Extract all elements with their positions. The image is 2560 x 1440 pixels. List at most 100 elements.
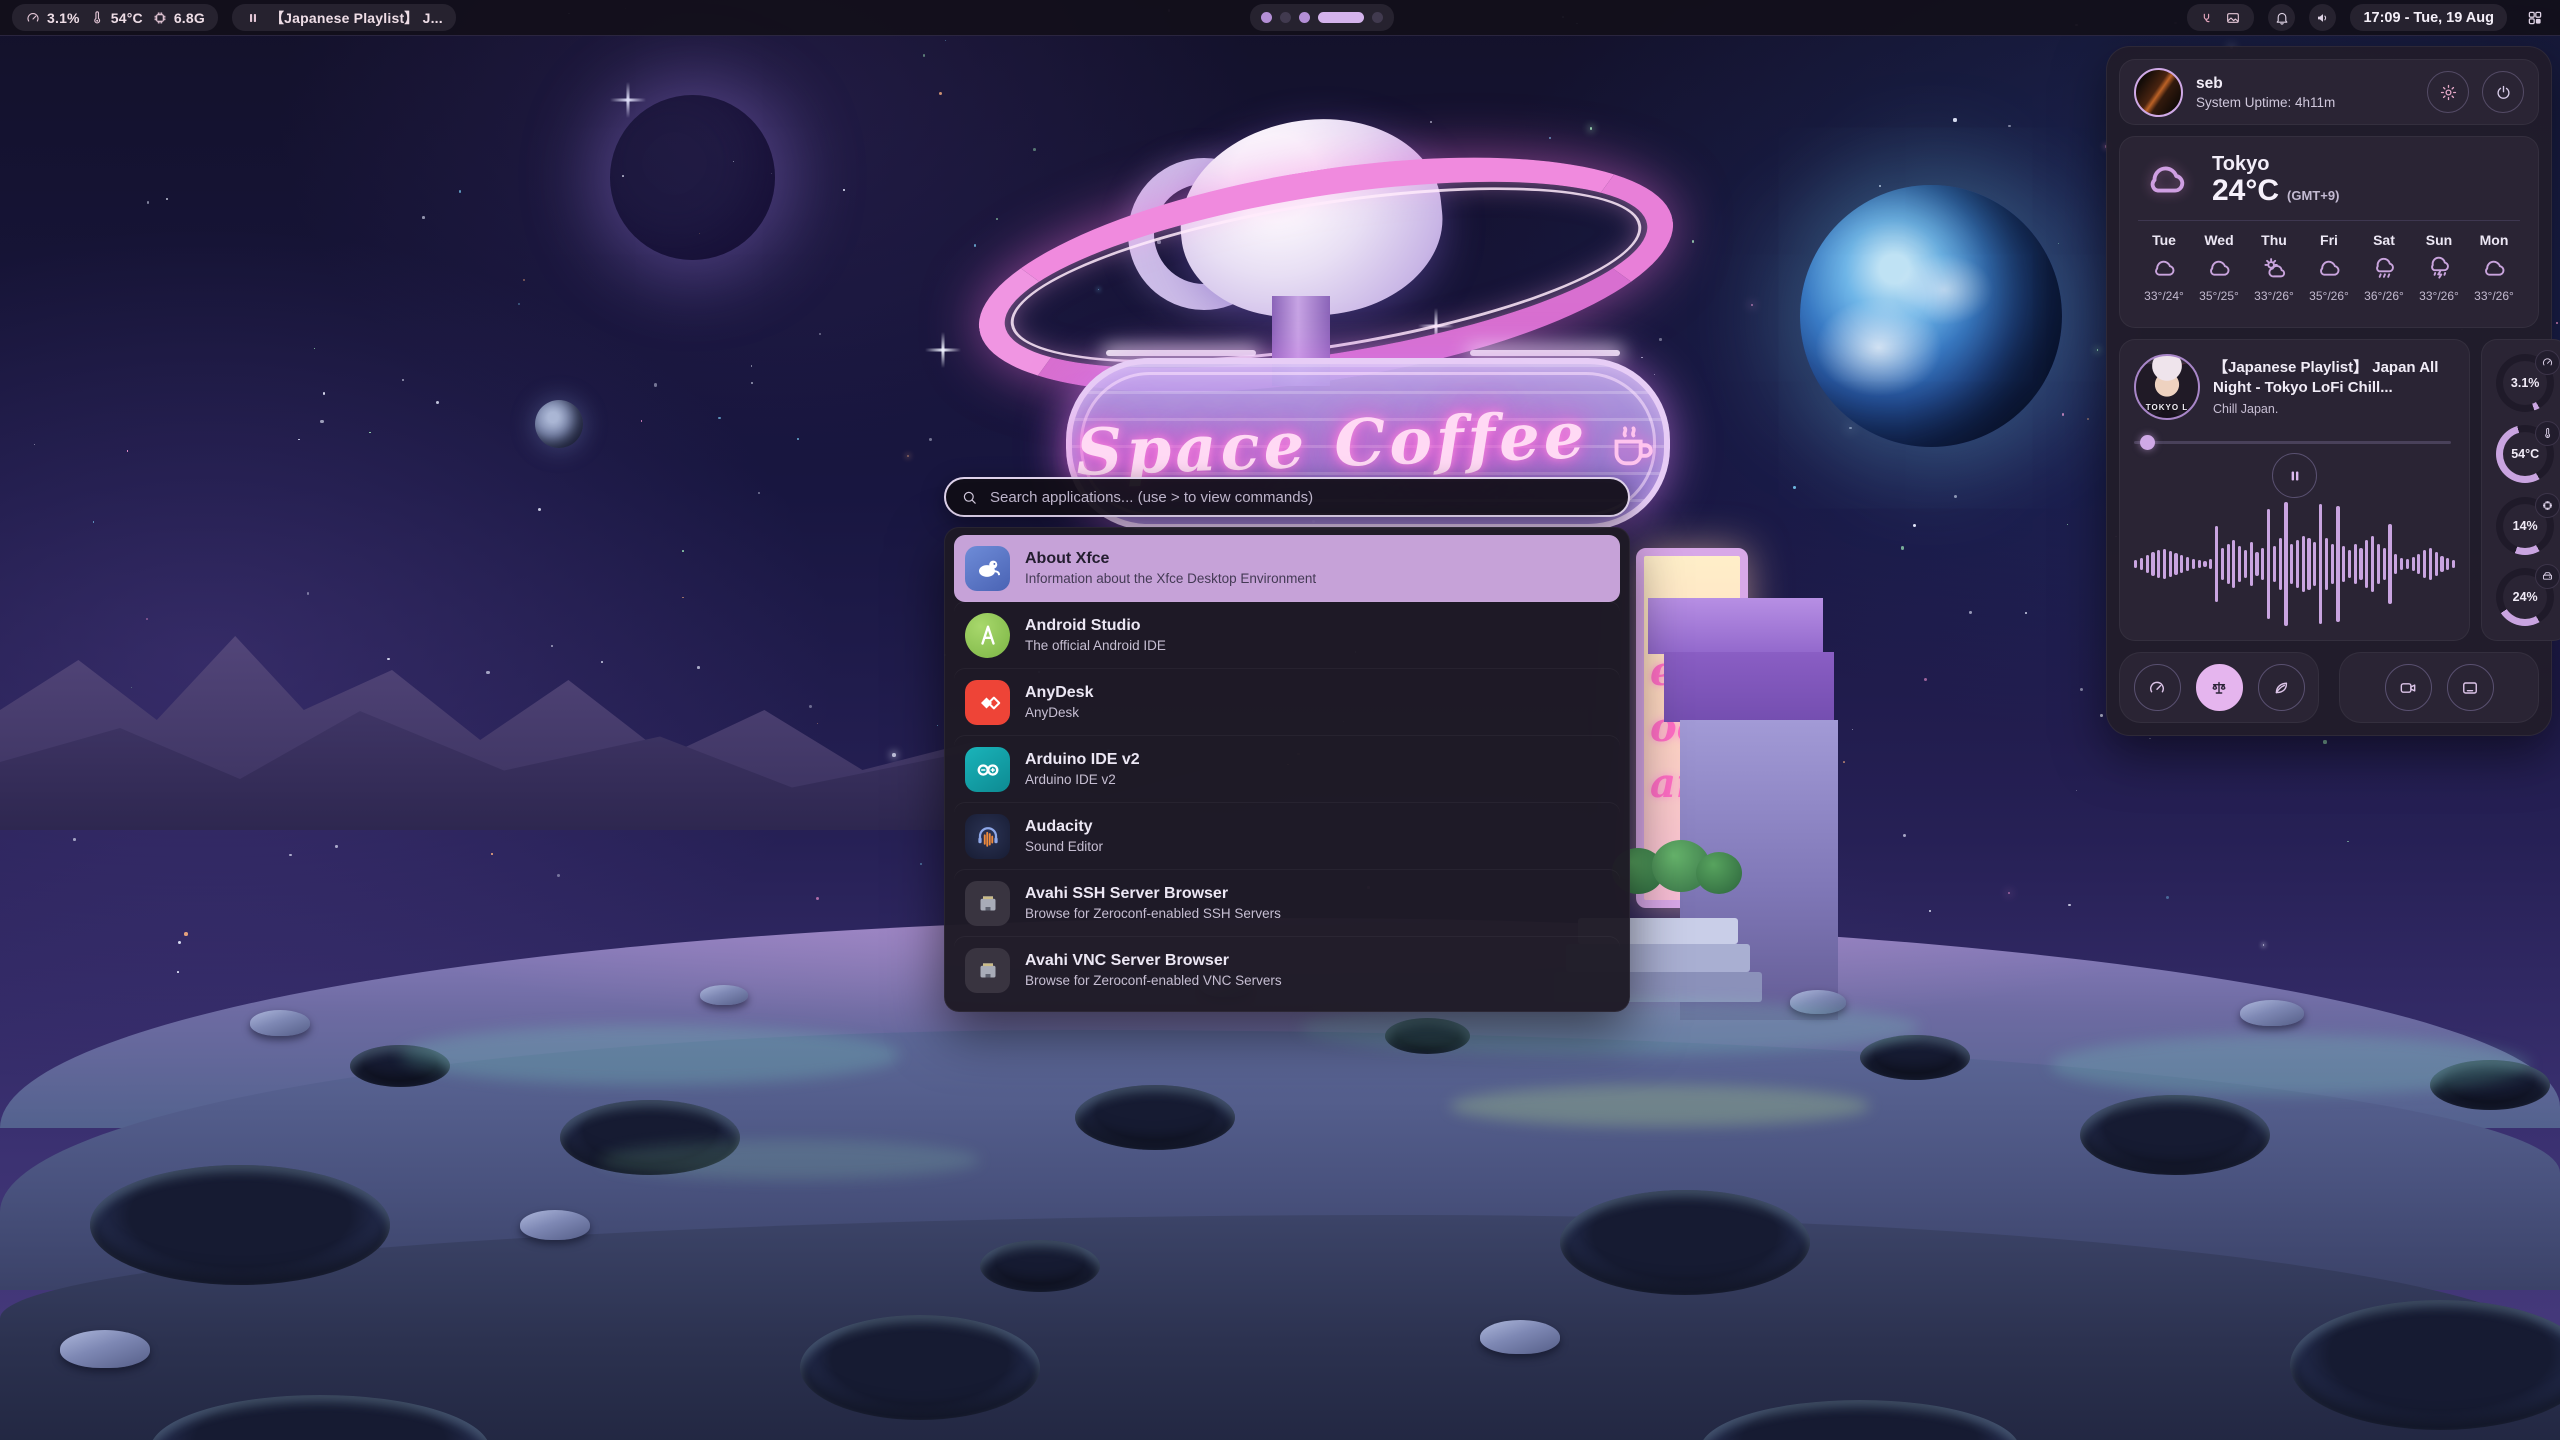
temp-value: 54°C [111,10,143,26]
screenshot-button[interactable] [2447,664,2494,711]
audacity-icon [965,814,1010,859]
bush [1696,852,1742,894]
purple-planet [610,95,775,260]
app-description: Arduino IDE v2 [1025,772,1140,788]
app-name: Avahi SSH Server Browser [1025,885,1281,903]
capture-tools [2339,652,2539,723]
bell-icon [2274,10,2290,26]
timezone: (GMT+9) [2287,188,2339,203]
app-result-row[interactable]: Avahi VNC Server Browser Browse for Zero… [954,937,1620,1004]
network-icon [965,948,1010,993]
slider-knob[interactable] [2140,435,2155,450]
workspace-dot-active[interactable] [1318,12,1364,23]
system-gauge: 54°C [2496,425,2554,483]
memory-value: 6.8G [174,10,205,26]
album-art: TOKYO L [2134,354,2200,420]
forecast-day-label: Wed [2204,232,2233,248]
clock[interactable]: 17:09 - Tue, 19 Aug [2350,4,2507,31]
forecast-day: Thu 33°/26° [2248,232,2300,303]
forecast-day: Sat 36°/26° [2358,232,2410,303]
grid-icon [2526,9,2544,27]
forecast-day-label: Sun [2426,232,2452,248]
partly-sunny-icon [2261,255,2288,282]
track-artist: Chill Japan. [2213,402,2455,416]
app-result-row[interactable]: About Xfce Information about the Xfce De… [954,535,1620,602]
current-temperature: 24°C [2212,175,2279,207]
app-result-row[interactable]: AnyDesk AnyDesk [954,669,1620,736]
forecast-day: Sun 33°/26° [2413,232,2465,303]
arduino-icon [965,747,1010,792]
temp-stat: 54°C [89,10,143,26]
seek-slider[interactable] [2134,435,2455,444]
weather-card: Tokyo 24°C (GMT+9) Tue 33°/24° Wed 35°/2… [2119,136,2539,328]
cloud-icon [2151,255,2178,282]
app-launcher: About Xfce Information about the Xfce De… [944,477,1630,1012]
workspace-dot-empty[interactable] [1280,12,1291,23]
forecast-temps: 33°/24° [2144,289,2184,303]
search-input[interactable] [988,488,1613,507]
app-name: About Xfce [1025,550,1316,568]
chip-icon [152,10,168,26]
gauge-value: 3.1% [2511,376,2540,390]
workspace-dot-occupied[interactable] [1299,12,1310,23]
systray-pill[interactable] [2187,4,2254,31]
forecast-day-label: Sat [2373,232,2395,248]
pause-icon [245,10,261,26]
chip-icon [2535,493,2560,518]
top-bar: 3.1% 54°C 6.8G 【Japanese Playlist】 J... [0,0,2560,36]
star-flare [925,332,961,368]
app-description: Information about the Xfce Desktop Envir… [1025,571,1316,587]
weekly-forecast: Tue 33°/24° Wed 35°/25° Thu 33°/26° Fri … [2138,232,2520,303]
play-pause-button[interactable] [2272,453,2317,498]
gauge-value: 14% [2513,519,2538,533]
screen-record-button[interactable] [2385,664,2432,711]
forecast-day: Tue 33°/24° [2138,232,2190,303]
system-stats-pill[interactable]: 3.1% 54°C 6.8G [12,4,218,31]
workspace-dot-occupied[interactable] [1261,12,1272,23]
app-result-row[interactable]: Audacity Sound Editor [954,803,1620,870]
balanced-mode-button[interactable] [2196,664,2243,711]
app-result-row[interactable]: Android Studio The official Android IDE [954,602,1620,669]
app-name: Android Studio [1025,617,1166,635]
cloud-icon [2138,157,2196,203]
divider [2138,220,2520,221]
forecast-temps: 33°/26° [2254,289,2294,303]
forecast-day: Mon 33°/26° [2468,232,2520,303]
power-saver-mode-button[interactable] [2258,664,2305,711]
volume-button[interactable] [2309,4,2336,31]
media-player-card: TOKYO L 【Japanese Playlist】 Japan All Ni… [2119,339,2470,641]
app-name: AnyDesk [1025,684,1093,702]
username: seb [2196,75,2414,93]
gauge-icon [25,10,41,26]
media-pill[interactable]: 【Japanese Playlist】 J... [232,4,456,31]
performance-mode-button[interactable] [2134,664,2181,711]
shop-cornice [1648,598,1823,654]
forecast-day: Wed 35°/25° [2193,232,2245,303]
small-moon [535,400,583,448]
workspace-dot-empty[interactable] [1372,12,1383,23]
app-result-row[interactable]: Arduino IDE v2 Arduino IDE v2 [954,736,1620,803]
notifications-button[interactable] [2268,4,2295,31]
cpu-stat: 3.1% [25,10,80,26]
app-description: The official Android IDE [1025,638,1166,654]
workspace-indicator[interactable] [1250,4,1394,31]
weather-city: Tokyo [2212,153,2339,175]
cloud-icon [2481,255,2508,282]
power-mode-switcher [2119,652,2319,723]
system-gauge: 24% [2496,568,2554,626]
app-grid-button[interactable] [2521,4,2548,31]
search-results-list: About Xfce Information about the Xfce De… [944,527,1630,1012]
clock-text: 17:09 - Tue, 19 Aug [2363,10,2494,26]
wallpaper-icon[interactable] [2225,10,2241,26]
settings-button[interactable] [2427,71,2469,113]
user-card: seb System Uptime: 4h11m [2119,59,2539,125]
cloud-icon [2206,255,2233,282]
power-button[interactable] [2482,71,2524,113]
gauge-value: 54°C [2511,447,2539,461]
systray-app-icon[interactable] [2200,10,2216,26]
search-bar[interactable] [944,477,1630,517]
app-result-row[interactable]: Avahi SSH Server Browser Browse for Zero… [954,870,1620,937]
top-bar-right: 17:09 - Tue, 19 Aug [2187,0,2548,35]
gauge-icon [2535,350,2560,375]
cloud-icon [2316,255,2343,282]
